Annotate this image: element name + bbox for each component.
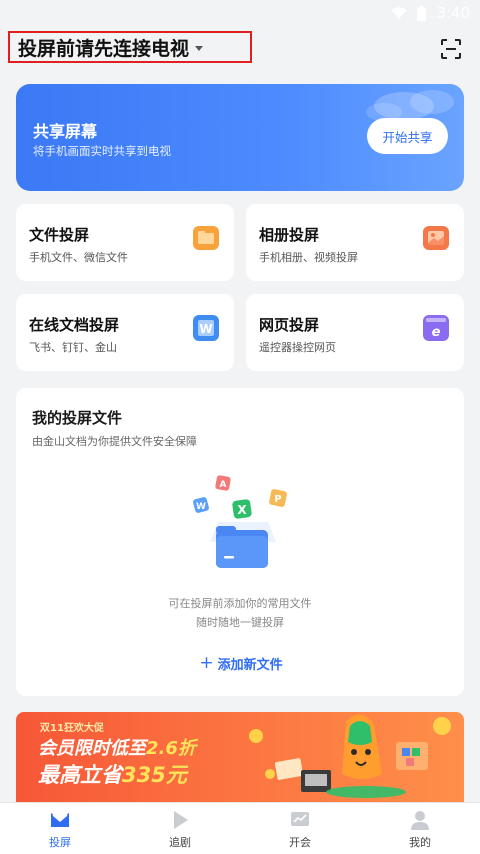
tab-label: 追剧 (169, 836, 191, 849)
promo-tag: 双11狂欢大促 (40, 723, 104, 734)
share-subtitle: 将手机画面实时共享到电视 (33, 144, 171, 158)
start-share-button[interactable]: 开始共享 (367, 118, 448, 154)
share-screen-banner[interactable]: 共享屏幕 将手机画面实时共享到电视 开始共享 (16, 84, 464, 191)
status-bar-backdrop (370, 0, 480, 26)
svg-text:A: A (220, 480, 227, 490)
tab-label: 开会 (289, 836, 311, 849)
plus-icon: + (199, 652, 214, 673)
folder-icon (193, 226, 219, 250)
feature-card-online-doc[interactable]: 在线文档投屏 飞书、钉钉、金山 W (16, 294, 234, 371)
add-new-file-label: 添加新文件 (217, 657, 283, 673)
my-cast-files-section: 我的投屏文件 由金山文档为你提供文件安全保障 W A P X 可在投屏前添加你的… (16, 388, 464, 696)
feature-subtitle: 遥控器操控网页 (259, 341, 336, 354)
svg-text:X: X (237, 503, 247, 517)
browser-e-icon: e (423, 315, 449, 341)
document-w-icon: W (193, 315, 219, 341)
device-selector[interactable]: 投屏前请先连接电视 (8, 31, 252, 63)
bottom-tab-bar: 投屏 追剧 开会 我的 (0, 802, 480, 854)
chevron-down-icon (195, 45, 204, 51)
feature-title: 相册投屏 (259, 226, 320, 244)
files-subtitle: 由金山文档为你提供文件安全保障 (32, 435, 197, 448)
tab-label: 投屏 (49, 836, 71, 849)
chart-icon (291, 812, 309, 826)
feature-card-web[interactable]: 网页投屏 遥控器操控网页 e (246, 294, 464, 371)
feature-title: 网页投屏 (259, 316, 320, 334)
empty-hint-line1: 可在投屏前添加你的常用文件 (168, 597, 312, 610)
page-title: 投屏前请先连接电视 (18, 37, 190, 60)
tab-cast[interactable]: 投屏 (0, 803, 120, 854)
play-icon (174, 811, 188, 829)
feature-subtitle: 手机相册、视频投屏 (259, 251, 358, 264)
files-title: 我的投屏文件 (32, 409, 123, 427)
svg-text:W: W (196, 502, 206, 512)
promo-line2: 最高立省335元 (38, 763, 187, 787)
header: 投屏前请先连接电视 (0, 28, 480, 68)
mascot-illustration-icon (249, 714, 451, 798)
svg-text:P: P (274, 494, 281, 505)
feature-title: 文件投屏 (29, 226, 90, 244)
status-bar: 3:40 (0, 0, 480, 26)
tab-mine[interactable]: 我的 (360, 803, 480, 854)
promo-line1: 会员限时低至2.6折 (38, 738, 196, 759)
share-title: 共享屏幕 (33, 122, 98, 141)
empty-folder-illustration-icon: W A P X (193, 475, 287, 568)
promo-banner[interactable]: 双11狂欢大促 会员限时低至2.6折 最高立省335元 (16, 712, 464, 802)
tab-label: 我的 (409, 836, 431, 849)
feature-card-album[interactable]: 相册投屏 手机相册、视频投屏 (246, 204, 464, 281)
tab-meeting[interactable]: 开会 (240, 803, 360, 854)
feature-subtitle: 飞书、钉钉、金山 (29, 341, 117, 354)
photo-icon (423, 226, 449, 250)
tab-drama[interactable]: 追剧 (120, 803, 240, 854)
user-icon (411, 811, 429, 830)
cast-icon (51, 813, 69, 827)
feature-title: 在线文档投屏 (29, 316, 120, 334)
scan-icon[interactable] (440, 38, 462, 60)
empty-hint-line2: 随时随地一键投屏 (196, 616, 284, 629)
feature-subtitle: 手机文件、微信文件 (29, 251, 128, 264)
add-new-file-button[interactable]: + 添加新文件 (176, 652, 306, 674)
feature-card-file[interactable]: 文件投屏 手机文件、微信文件 (16, 204, 234, 281)
svg-text:e: e (432, 325, 441, 340)
svg-text:W: W (199, 322, 212, 336)
